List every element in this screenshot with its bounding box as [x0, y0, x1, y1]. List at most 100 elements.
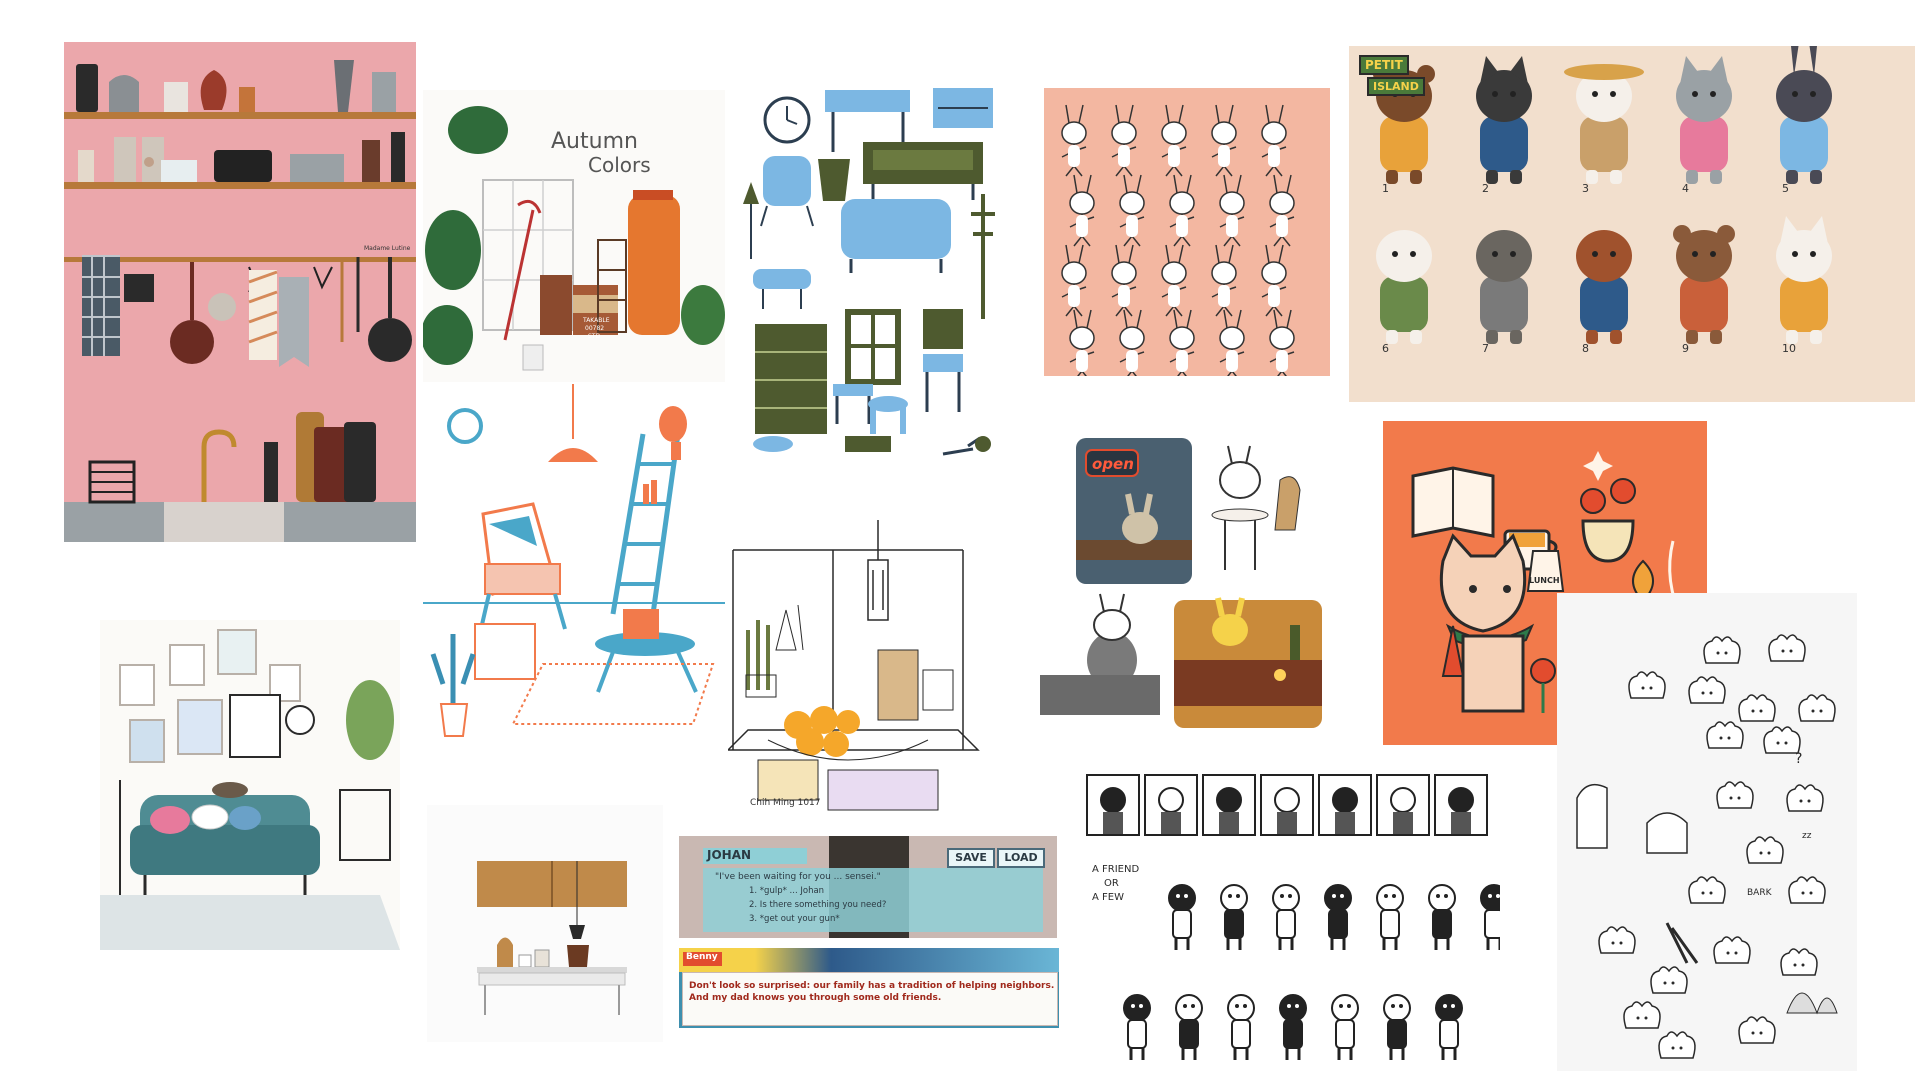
comic-panel [1260, 774, 1314, 836]
cafe-comic-art: open [1040, 438, 1322, 728]
blob-doodle [1628, 671, 1666, 699]
island-character-number: 5 [1782, 182, 1789, 195]
petit-island-character-sheet: PETIT ISLAND 1 2 3 4 5 6 7 8 9 10 [1349, 46, 1915, 402]
bunny-figure [1169, 174, 1195, 247]
cafe-comic-illustration: open [1040, 430, 1340, 732]
doodle-zz: zz [1802, 831, 1812, 841]
island-character [1476, 56, 1532, 184]
island-character [1676, 56, 1732, 184]
blob-doodle [1746, 836, 1784, 864]
island-character-number: 3 [1582, 182, 1589, 195]
vn-choice-3[interactable]: 3. *get out your gun* [749, 914, 840, 924]
kitchen-art: Madame Lutine [64, 60, 416, 542]
vn-save-button[interactable]: SAVE [947, 848, 995, 868]
comic-panel [1434, 774, 1488, 836]
takable-label-1: TAKABLE [582, 317, 610, 324]
comic-caption-1: A FRIEND [1092, 864, 1139, 875]
bunny-figure [1169, 309, 1195, 376]
visual-novel-choice-screen: JOHAN SAVE LOAD "I've been waiting for y… [679, 836, 1057, 938]
island-character-number: 4 [1682, 182, 1689, 195]
visual-novel-dialog-screen: Benny Don't look so surprised: our famil… [679, 948, 1059, 1028]
logo-line-2: ISLAND [1367, 77, 1425, 96]
vn-quote: "I've been waiting for you ... sensei." [715, 872, 881, 882]
vn-name-plate: JOHAN [703, 848, 807, 864]
takable-label-2: 00782 [585, 325, 604, 332]
island-character [1776, 216, 1832, 344]
bunny-figure [1161, 104, 1187, 177]
ink-character [1227, 994, 1255, 1060]
comic-panel [1376, 774, 1430, 836]
island-character-number: 9 [1682, 342, 1689, 355]
island-character [1476, 230, 1532, 344]
blob-doodle [1716, 781, 1754, 809]
blob-doodle [1598, 926, 1636, 954]
island-character-number: 1 [1382, 182, 1389, 195]
blob-doodle [1780, 948, 1818, 976]
island-character [1776, 46, 1832, 184]
bunny-figure [1119, 309, 1145, 376]
sketch-signature: Chih Ming 1017 [750, 798, 821, 808]
living-corner-illustration [423, 384, 725, 754]
logo-line-1: PETIT [1359, 55, 1409, 75]
kitchen-signature: Madame Lutine [364, 245, 411, 252]
blob-doodle [1763, 726, 1801, 754]
bunny-figure [1069, 174, 1095, 247]
open-sign: open [1092, 455, 1134, 473]
bunny-figure [1119, 174, 1145, 247]
bunny-figure [1111, 244, 1137, 317]
blob-doodle [1658, 1031, 1696, 1059]
blob-doodle [1768, 634, 1806, 662]
blob-doodle [1788, 876, 1826, 904]
blob-doodle [1688, 676, 1726, 704]
vn2-name-plate: Benny [683, 952, 722, 966]
comic-caption-2: OR [1104, 878, 1119, 889]
island-character-number: 2 [1482, 182, 1489, 195]
ink-character-art: A FRIEND OR A FEW [1086, 774, 1500, 1060]
cabinet-art [477, 861, 627, 1015]
island-character [1376, 230, 1432, 344]
kitchen-illustration: Madame Lutine [64, 42, 416, 542]
ink-character [1331, 994, 1359, 1060]
bunny-figure [1069, 309, 1095, 376]
doodle-bark: BARK [1747, 888, 1773, 898]
bunny-figure [1211, 104, 1237, 177]
comic-panel [1202, 774, 1256, 836]
bunny-figure [1111, 104, 1137, 177]
ink-character [1123, 994, 1151, 1060]
knight-doodle [1576, 783, 1608, 849]
vn-choice-2[interactable]: 2. Is there something you need? [749, 900, 886, 910]
vn-choice-1[interactable]: 1. *gulp* ... Johan [749, 886, 824, 896]
bunny-figure [1219, 309, 1245, 376]
bunny-figure [1269, 309, 1295, 376]
ink-character [1324, 884, 1352, 950]
blob-doodle [1703, 636, 1741, 664]
island-character [1673, 225, 1735, 344]
ink-character [1480, 884, 1500, 950]
cabinet-illustration [427, 805, 663, 1042]
sword-doodle [1665, 922, 1699, 964]
blob-doodle [1738, 694, 1776, 722]
comic-panel [1086, 774, 1140, 836]
bunny-figure [1211, 244, 1237, 317]
bunny-figure [1061, 104, 1087, 177]
comic-panel [1318, 774, 1372, 836]
island-character-number: 10 [1782, 342, 1796, 355]
takable-label-3: STD [588, 333, 600, 340]
island-characters: 1 2 3 4 5 6 7 8 9 10 [1373, 46, 1832, 355]
living-room-art [100, 629, 400, 950]
lunch-bag-label: LUNCH [1529, 576, 1560, 585]
vn-load-button[interactable]: LOAD [997, 848, 1045, 868]
blob-doodle [1738, 1016, 1776, 1044]
ink-character-lineup: A FRIEND OR A FEW [1082, 770, 1500, 1068]
island-character [1564, 64, 1644, 184]
vn2-line-1: Don't look so surprised: our family has … [689, 981, 1055, 991]
vn2-line-2: And my dad knows you through some old fr… [689, 993, 942, 1003]
bunny-poses-illustration [1044, 88, 1330, 376]
petit-island-logo: PETIT ISLAND [1359, 54, 1425, 96]
comic-panel [1144, 774, 1198, 836]
autumn-title-1: Autumn [551, 129, 638, 154]
autumn-art: TAKABLE 00782 STD Autumn Colors [423, 106, 725, 371]
autumn-colors-illustration: TAKABLE 00782 STD Autumn Colors [423, 90, 725, 382]
ink-character [1220, 884, 1248, 950]
vn2-scene-strip [679, 948, 1059, 972]
